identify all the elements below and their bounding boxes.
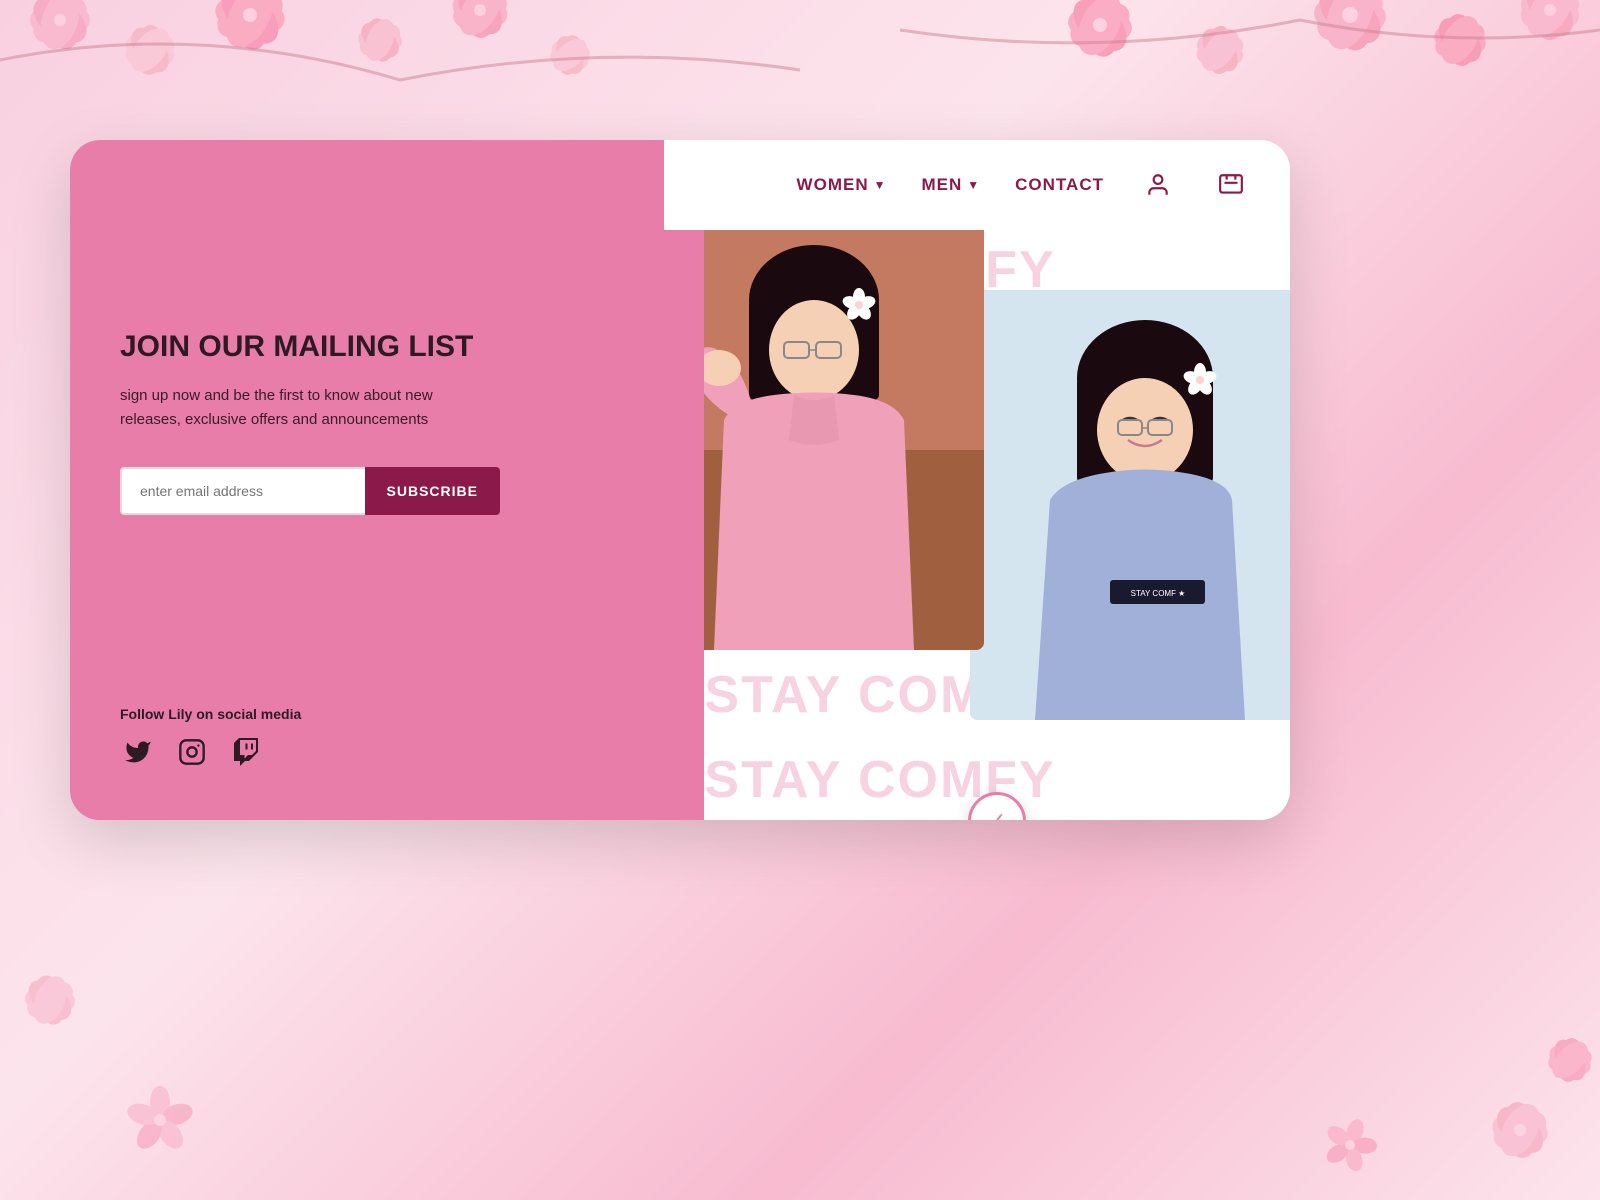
left-panel: JOIN OUR MAILING LIST sign up now and be…	[70, 230, 704, 820]
model-pink-image	[704, 230, 984, 650]
twitter-icon-button[interactable]	[120, 734, 156, 770]
cart-icon	[1218, 172, 1244, 198]
cart-icon-button[interactable]	[1212, 166, 1250, 204]
instagram-icon	[178, 738, 206, 766]
mailing-description: sign up now and be the first to know abo…	[120, 384, 460, 432]
subscribe-button[interactable]: SUBSCRIBE	[365, 467, 500, 515]
model-blue-image: STAY COMF ★	[970, 290, 1290, 720]
mailing-section: JOIN OUR MAILING LIST sign up now and be…	[120, 330, 654, 515]
chevron-down-icon: ✓	[988, 808, 1006, 820]
social-label: Follow Lily on social media	[120, 706, 654, 722]
nav-contact[interactable]: CONTACT	[1015, 175, 1104, 195]
subscribe-form: SUBSCRIBE	[120, 467, 500, 515]
twitch-icon	[232, 738, 260, 766]
right-panel: STAY COMFY STAY COMFY STAY COMFY STAY CO…	[704, 230, 1290, 820]
nav-links: WOMEN ▼ MEN ▼ CONTACT	[777, 166, 1250, 204]
bottom-right-flower-decoration	[1300, 1100, 1400, 1180]
user-icon	[1145, 172, 1171, 198]
svg-text:STAY COMF ★: STAY COMF ★	[1131, 589, 1186, 598]
pink-model-figure	[704, 230, 984, 650]
twitter-icon	[124, 738, 152, 766]
social-icons	[120, 734, 654, 770]
bottom-flower-decoration	[100, 1060, 220, 1160]
main-content: JOIN OUR MAILING LIST sign up now and be…	[70, 230, 1290, 820]
social-section: Follow Lily on social media	[120, 706, 654, 770]
blue-model-figure: STAY COMF ★	[970, 290, 1290, 720]
twitch-icon-button[interactable]	[228, 734, 264, 770]
women-dropdown-icon: ▼	[874, 178, 887, 192]
user-icon-button[interactable]	[1139, 166, 1177, 204]
nav-women[interactable]: WOMEN ▼	[797, 175, 887, 195]
nav-men[interactable]: MEN ▼	[921, 175, 980, 195]
mailing-title: JOIN OUR MAILING LIST	[120, 330, 654, 364]
instagram-icon-button[interactable]	[174, 734, 210, 770]
main-card: LilyPichu WOMEN ▼ MEN ▼ CONTACT	[70, 140, 1290, 820]
email-input[interactable]	[120, 467, 365, 515]
men-dropdown-icon: ▼	[967, 178, 980, 192]
navbar: LilyPichu WOMEN ▼ MEN ▼ CONTACT	[70, 140, 1290, 230]
